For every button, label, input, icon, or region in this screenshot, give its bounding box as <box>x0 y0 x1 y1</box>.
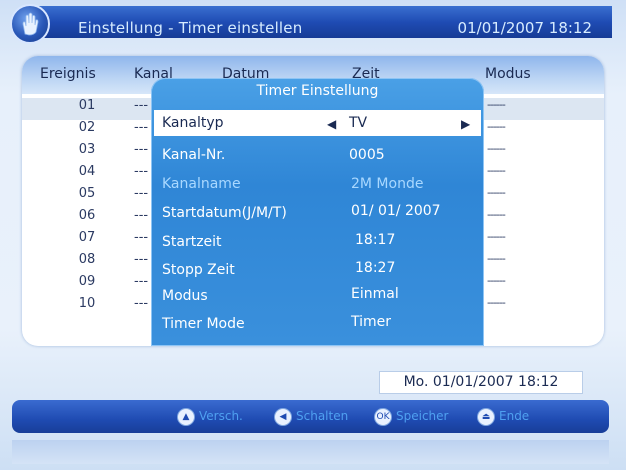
row-number: 04 <box>78 164 96 179</box>
exit-icon: ⏏ <box>477 408 495 426</box>
row-channel: --- <box>134 252 149 267</box>
menu-title: Einstellung - Timer einstellen <box>78 19 303 37</box>
row-number: 09 <box>78 274 96 289</box>
hand-logo-icon <box>10 4 50 44</box>
help-label: Ende <box>499 409 530 423</box>
timer-settings-dialog: Timer Einstellung Kanaltyp ◀ TV ▶ Kanal-… <box>151 78 484 346</box>
row-number: 07 <box>78 230 96 245</box>
row-number: 08 <box>78 252 96 267</box>
row-channel: --- <box>134 208 149 223</box>
column-modus: Modus <box>485 66 531 82</box>
field-value: TV <box>349 115 368 131</box>
field-value: Timer <box>351 314 392 330</box>
field-value: 01/ 01/ 2007 <box>351 203 441 219</box>
help-bar: ▲ Versch. ◀ Schalten OK Speicher ⏏ Ende <box>12 400 609 433</box>
row-modus: ------ <box>487 208 506 221</box>
field-value: 0005 <box>349 147 385 163</box>
ok-icon: OK <box>374 408 392 426</box>
row-channel: --- <box>134 98 149 113</box>
bottom-strip <box>12 440 609 464</box>
row-number: 03 <box>78 142 96 157</box>
field-label: Modus <box>162 288 208 304</box>
tv-menu-screen: Einstellung - Timer einstellen 01/01/200… <box>0 0 626 470</box>
row-channel: --- <box>134 296 149 311</box>
field-label: Kanal-Nr. <box>162 147 226 163</box>
row-modus: ------ <box>487 252 506 265</box>
row-modus: ------ <box>487 142 506 155</box>
row-channel: --- <box>134 120 149 135</box>
field-label: Timer Mode <box>162 316 245 332</box>
row-modus: ------ <box>487 296 506 309</box>
help-label: Speicher <box>396 409 449 423</box>
field-label: Kanalname <box>162 176 241 192</box>
field-value: 18:27 <box>355 260 396 276</box>
row-channel: --- <box>134 142 149 157</box>
up-down-arrows-icon: ▲ <box>177 408 195 426</box>
left-right-arrows-icon: ◀ <box>274 408 292 426</box>
row-modus: ------ <box>487 98 506 111</box>
row-number: 05 <box>78 186 96 201</box>
field-value: 2M Monde <box>351 176 424 192</box>
row-channel: --- <box>134 274 149 289</box>
title-bar: Einstellung - Timer einstellen 01/01/200… <box>12 6 612 38</box>
arrow-right-icon[interactable]: ▶ <box>461 117 470 131</box>
row-number: 02 <box>78 120 96 135</box>
arrow-left-icon[interactable]: ◀ <box>327 117 336 131</box>
help-label: Versch. <box>199 409 243 423</box>
current-datetime: Mo. 01/01/2007 18:12 <box>379 371 583 394</box>
row-channel: --- <box>134 230 149 245</box>
row-number: 06 <box>78 208 96 223</box>
field-label: Startzeit <box>162 234 222 250</box>
row-modus: ------ <box>487 230 506 243</box>
row-modus: ------ <box>487 186 506 199</box>
row-number: 10 <box>78 296 96 311</box>
field-label: Kanaltyp <box>162 115 224 131</box>
row-channel: --- <box>134 186 149 201</box>
help-label: Schalten <box>296 409 349 423</box>
row-modus: ------ <box>487 120 506 133</box>
column-ereignis: Ereignis <box>40 66 96 82</box>
field-value: Einmal <box>351 286 399 302</box>
row-modus: ------ <box>487 164 506 177</box>
row-channel: --- <box>134 164 149 179</box>
header-datetime: 01/01/2007 18:12 <box>457 19 592 37</box>
field-label: Stopp Zeit <box>162 262 235 278</box>
dialog-title: Timer Einstellung <box>256 83 379 99</box>
field-label: Startdatum(J/M/T) <box>162 205 287 221</box>
row-number: 01 <box>78 98 96 113</box>
field-value: 18:17 <box>355 232 396 248</box>
row-modus: ------ <box>487 274 506 287</box>
